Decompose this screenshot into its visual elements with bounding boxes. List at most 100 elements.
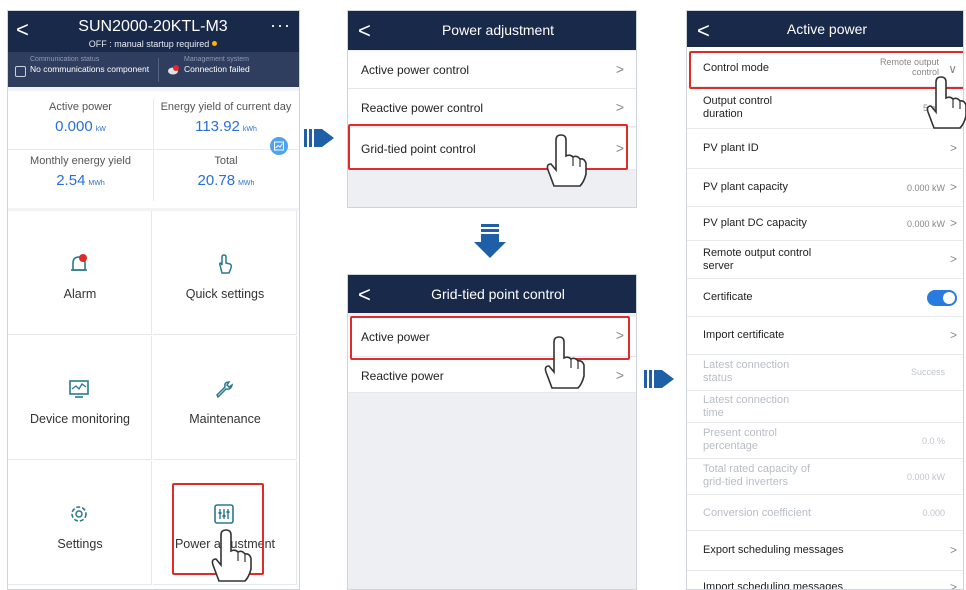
row-label: Output control duration (703, 95, 773, 120)
chevron-right-icon: > (949, 580, 957, 590)
row-label: Export scheduling messages (703, 544, 844, 556)
screen-title: Active power (786, 21, 868, 37)
tile-label: Settings (57, 537, 103, 551)
row-value: 0.000 kW (906, 183, 945, 193)
row-label: Reactive power control (361, 101, 484, 115)
comm-status-icon (15, 66, 26, 77)
stats-divider (153, 99, 154, 201)
chevron-right-icon: > (615, 99, 624, 115)
stat-value: 113.92 kWh (153, 118, 299, 135)
row-active-power-control[interactable]: Active power control > (348, 51, 636, 89)
chevron-right-icon: > (615, 367, 624, 383)
import-messages-row[interactable]: Import scheduling messages > (687, 571, 963, 590)
highlight-box (350, 316, 630, 360)
tile-settings[interactable]: Settings (8, 461, 152, 585)
pv-plant-id-row[interactable]: PV plant ID > (687, 129, 963, 169)
stat-label: Total (214, 155, 238, 167)
import-certificate-row[interactable]: Import certificate > (687, 317, 963, 355)
pv-dc-capacity-row[interactable]: PV plant DC capacity 0.000 kW > (687, 207, 963, 241)
row-value: 0.000 (922, 508, 945, 518)
stat-label: Monthly energy yield (30, 155, 131, 167)
back-icon[interactable]: < (16, 19, 29, 41)
chevron-right-icon: > (949, 141, 957, 155)
stat-number: 113.92 (195, 118, 240, 135)
present-percentage-row: Present control percentage 0.0 % (687, 423, 963, 459)
status-strip: Communication status No communications c… (8, 52, 299, 87)
row-label: Remote output control server (703, 247, 812, 272)
row-label: Reactive power (361, 369, 444, 383)
row-label: Total rated capacity of grid-tied invert… (703, 463, 811, 488)
wrench-icon (216, 381, 234, 399)
back-icon[interactable]: < (358, 282, 371, 308)
chevron-right-icon: > (615, 61, 624, 77)
export-messages-row[interactable]: Export scheduling messages > (687, 531, 963, 571)
screen-header: < Grid-tied point control (348, 275, 636, 313)
arrow-right-icon (304, 129, 334, 147)
arrow-right-icon (644, 370, 674, 388)
trend-chart-icon[interactable] (270, 137, 288, 155)
stat-unit: MWh (88, 180, 105, 187)
screen-header: < Active power (687, 11, 963, 47)
energy-stats: Active power 0.000 kW Energy yield of cur… (8, 91, 299, 208)
row-value: 0.000 kW (906, 472, 945, 482)
remote-server-row[interactable]: Remote output control server > (687, 241, 963, 279)
inverter-home-screen: < SUN2000-20KTL-M3 OFF : manual startup … (7, 10, 300, 590)
stat-unit: kWh (242, 126, 257, 133)
stat-number: 0.000 (55, 118, 93, 135)
back-icon[interactable]: < (697, 18, 710, 44)
tile-quick-settings[interactable]: Quick settings (153, 211, 297, 335)
mgmt-status-value: Connection failed (184, 64, 250, 74)
cloud-error-icon (168, 65, 179, 75)
pv-capacity-row[interactable]: PV plant capacity 0.000 kW > (687, 169, 963, 207)
chevron-right-icon: > (949, 328, 957, 342)
stat-value: 2.54 MWh (8, 172, 153, 189)
screen-title: Power adjustment (441, 22, 555, 38)
latest-status-row: Latest connection status Success (687, 355, 963, 391)
back-icon[interactable]: < (358, 18, 371, 44)
row-reactive-power[interactable]: Reactive power > (348, 357, 636, 393)
stat-unit: MWh (238, 180, 255, 187)
tile-alarm[interactable]: Alarm (8, 211, 152, 335)
tile-label: Alarm (63, 287, 97, 301)
row-value: 0.0 % (921, 436, 945, 446)
row-value: Success (910, 367, 945, 377)
tile-label: Quick settings (185, 287, 265, 301)
tile-label: Device monitoring (29, 412, 131, 426)
stat-daily-yield: Energy yield of current day 113.92 kWh (153, 101, 299, 135)
pointing-hand-icon (546, 134, 587, 187)
row-reactive-power-control[interactable]: Reactive power control > (348, 89, 636, 127)
comm-status: Communication status No communications c… (30, 55, 150, 85)
chevron-right-icon: > (949, 252, 957, 266)
gear-icon (71, 506, 87, 522)
row-label: Import certificate (703, 329, 785, 341)
strip-divider (158, 58, 159, 82)
status-dot-icon (212, 41, 218, 46)
stat-active-power: Active power 0.000 kW (8, 101, 153, 135)
row-label: Active power control (361, 63, 470, 77)
latest-time-row: Latest connection time (687, 391, 963, 423)
row-label: PV plant ID (703, 142, 759, 154)
pointing-hand-icon (926, 76, 966, 129)
chevron-right-icon: > (949, 180, 957, 194)
row-value: 0.000 kW (906, 219, 945, 229)
screen-title: Grid-tied point control (431, 286, 565, 302)
certificate-toggle[interactable] (927, 290, 957, 306)
chevron-right-icon: > (949, 543, 957, 557)
device-title: SUN2000-20KTL-M3 (78, 18, 228, 35)
stat-label: Active power (49, 101, 112, 113)
row-label: Certificate (703, 291, 753, 303)
stat-label: Energy yield of current day (160, 101, 292, 113)
comm-status-label: Communication status (30, 56, 100, 63)
tile-label: Maintenance (189, 412, 261, 426)
tile-device-monitoring[interactable]: Device monitoring (8, 336, 152, 460)
screen-header: < Power adjustment (348, 11, 636, 50)
stat-number: 2.54 (56, 172, 86, 189)
tile-maintenance[interactable]: Maintenance (153, 336, 297, 460)
chevron-right-icon: > (949, 216, 957, 230)
certificate-row: Certificate (687, 279, 963, 317)
more-menu-icon[interactable]: ··· (270, 15, 291, 36)
row-label: Latest connection status (703, 359, 790, 384)
device-status: OFF : manual startup required (38, 39, 268, 49)
mgmt-status-label: Management system (184, 56, 249, 63)
device-status-text: OFF : manual startup required (88, 39, 210, 49)
